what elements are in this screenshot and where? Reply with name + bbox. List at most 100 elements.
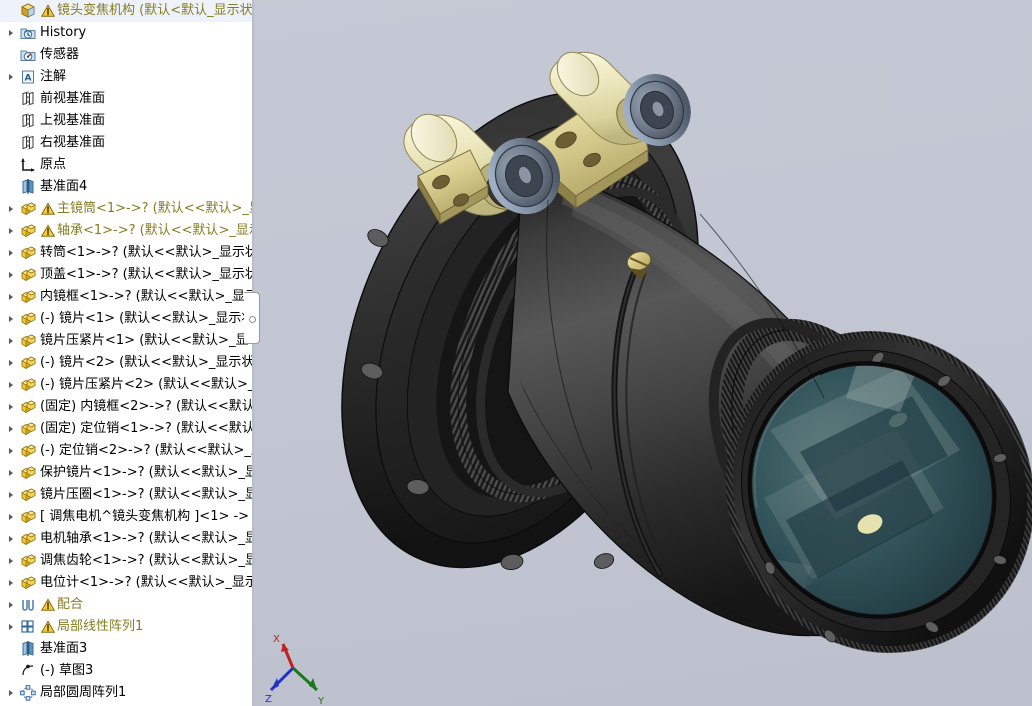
expand-arrow-icon[interactable] <box>2 572 18 594</box>
tree-item[interactable]: 转筒<1>->? (默认<<默认>_显示状态 <box>0 242 252 264</box>
tree-item[interactable]: (-) 镜片压紧片<2> (默认<<默认>_显 <box>0 374 252 396</box>
tree-item[interactable]: 局部圆周阵列1 <box>0 682 252 704</box>
svg-text:X: X <box>273 634 280 645</box>
expand-arrow-icon[interactable] <box>2 198 18 220</box>
expand-arrow-icon[interactable] <box>2 550 18 572</box>
expand-arrow-icon[interactable] <box>2 616 18 638</box>
feature-manager-panel[interactable]: 镜头变焦机构 (默认<默认_显示状态-1 History 传感器 A 注解前视基准面上视… <box>0 0 253 706</box>
tree-root-item[interactable]: 镜头变焦机构 (默认<默认_显示状态-1 <box>0 0 252 22</box>
expand-arrow-icon[interactable] <box>2 264 18 286</box>
tree-item[interactable]: 保护镜片<1>->? (默认<<默认>_显示 <box>0 462 252 484</box>
expand-arrow-icon[interactable] <box>2 330 18 352</box>
svg-text:Z: Z <box>265 694 272 705</box>
tree-item-label: 转筒<1>->? (默认<<默认>_显示状态 <box>40 245 252 260</box>
panel-splitter-handle[interactable] <box>244 292 260 344</box>
tree-item[interactable]: 前视基准面 <box>0 88 252 110</box>
tree-item[interactable]: (-) 草图3 <box>0 660 252 682</box>
expand-arrow-icon[interactable] <box>2 374 18 396</box>
tree-item[interactable]: 电机轴承<1>->? (默认<<默认>_显示 <box>0 528 252 550</box>
axis-z: Z <box>265 666 295 705</box>
tree-item[interactable]: 电位计<1>->? (默认<<默认>_显示状 <box>0 572 252 594</box>
panel-edge-divider <box>252 0 254 706</box>
expand-arrow-icon[interactable] <box>2 528 18 550</box>
tree-item[interactable]: (-) 镜片<1> (默认<<默认>_显示状态 <box>0 308 252 330</box>
tree-item-label: 保护镜片<1>->? (默认<<默认>_显示 <box>40 465 252 480</box>
tree-item-label: (固定) 定位销<1>->? (默认<<默认>_ <box>40 421 252 436</box>
tree-item[interactable]: 原点 <box>0 154 252 176</box>
tree-item-label: 电位计<1>->? (默认<<默认>_显示状 <box>40 575 252 590</box>
expand-arrow-icon[interactable] <box>2 396 18 418</box>
tree-item[interactable]: 基准面3 <box>0 638 252 660</box>
expand-arrow-icon[interactable] <box>2 66 18 88</box>
expand-arrow-icon[interactable] <box>2 308 18 330</box>
assembly-icon <box>18 2 37 20</box>
expand-arrow-icon[interactable] <box>2 506 18 528</box>
tree-item[interactable]: 顶盖<1>->? (默认<<默认>_显示状态 <box>0 264 252 286</box>
tree-item[interactable]: (固定) 定位销<1>->? (默认<<默认>_ <box>0 418 252 440</box>
tree-item-label: 传感器 <box>40 47 80 62</box>
tree-item[interactable]: 上视基准面 <box>0 110 252 132</box>
expand-arrow-icon[interactable] <box>2 682 18 704</box>
expand-arrow-icon[interactable] <box>2 418 18 440</box>
tree-item[interactable]: A 注解 <box>0 66 252 88</box>
svg-text:Y: Y <box>317 696 325 706</box>
tree-item[interactable]: (固定) 内镜框<2>->? (默认<<默认>_ <box>0 396 252 418</box>
tree-item-label: (-) 镜片<1> (默认<<默认>_显示状态 <box>40 311 252 326</box>
warning-triangle-icon <box>40 596 55 614</box>
component-icon <box>18 266 37 284</box>
axis-y: Y <box>291 666 325 706</box>
tree-item[interactable]: 基准面4 <box>0 176 252 198</box>
component-icon <box>18 574 37 592</box>
tree-item[interactable]: 配合 <box>0 594 252 616</box>
plane-icon <box>18 134 37 152</box>
plane-solid-icon <box>18 178 37 196</box>
component-icon <box>18 354 37 372</box>
expand-arrow-icon[interactable] <box>2 440 18 462</box>
tree-item[interactable]: 调焦齿轮<1>->? (默认<<默认>_显示 <box>0 550 252 572</box>
tree-item[interactable]: 镜片压紧片<1> (默认<<默认>_显示状 <box>0 330 252 352</box>
tree-item-label: 上视基准面 <box>40 113 106 128</box>
tree-item[interactable]: 右视基准面 <box>0 132 252 154</box>
tree-item-label: 右视基准面 <box>40 135 106 150</box>
tree-item-label: 主镜筒<1>->? (默认<<默认>_显 <box>57 201 252 216</box>
tree-item-label: History <box>40 25 87 40</box>
plane-solid-icon <box>18 640 37 658</box>
expand-arrow-icon[interactable] <box>2 220 18 242</box>
tree-item-label: 镜片压紧片<1> (默认<<默认>_显示状 <box>40 333 252 348</box>
tree-item-label: 配合 <box>57 597 84 612</box>
tree-item-label: 基准面3 <box>40 641 88 656</box>
warning-triangle-icon <box>40 222 55 240</box>
warning-triangle-icon <box>40 200 55 218</box>
feature-tree[interactable]: 镜头变焦机构 (默认<默认_显示状态-1 History 传感器 A 注解前视基准面上视… <box>0 0 252 706</box>
component-icon <box>18 310 37 328</box>
tree-item[interactable]: [ 调焦电机^镜头变焦机构 ]<1> -> (默 <box>0 506 252 528</box>
tree-item[interactable]: History <box>0 22 252 44</box>
expand-arrow-icon[interactable] <box>2 594 18 616</box>
tree-item-label: 电机轴承<1>->? (默认<<默认>_显示 <box>40 531 252 546</box>
tree-item-label: 镜头变焦机构 (默认<默认_显示状态-1 <box>57 3 252 18</box>
expand-arrow-icon[interactable] <box>2 484 18 506</box>
tree-item[interactable]: 主镜筒<1>->? (默认<<默认>_显 <box>0 198 252 220</box>
tree-item[interactable]: 镜片压圈<1>->? (默认<<默认>_显示 <box>0 484 252 506</box>
tree-item[interactable]: 轴承<1>->? (默认<<默认>_显示 <box>0 220 252 242</box>
splitter-grip-dot <box>249 316 256 323</box>
warning-triangle-icon <box>40 618 55 636</box>
component-icon <box>18 398 37 416</box>
tree-item[interactable]: (-) 镜片<2> (默认<<默认>_显示状态 <box>0 352 252 374</box>
tree-item[interactable]: 局部线性阵列1 <box>0 616 252 638</box>
expand-arrow-icon[interactable] <box>2 286 18 308</box>
tree-item[interactable]: (-) 定位销<2>->? (默认<<默认>_显 <box>0 440 252 462</box>
tree-item-label: (固定) 内镜框<2>->? (默认<<默认>_ <box>40 399 252 414</box>
expand-arrow-icon[interactable] <box>2 22 18 44</box>
history-folder-icon <box>18 24 37 42</box>
expand-arrow-icon[interactable] <box>2 462 18 484</box>
expand-arrow-icon[interactable] <box>2 242 18 264</box>
expand-arrow-icon[interactable] <box>2 352 18 374</box>
linear-pattern-icon <box>18 618 37 636</box>
tree-item[interactable]: 内镜框<1>->? (默认<<默认>_显示状 <box>0 286 252 308</box>
tree-item[interactable]: 传感器 <box>0 44 252 66</box>
